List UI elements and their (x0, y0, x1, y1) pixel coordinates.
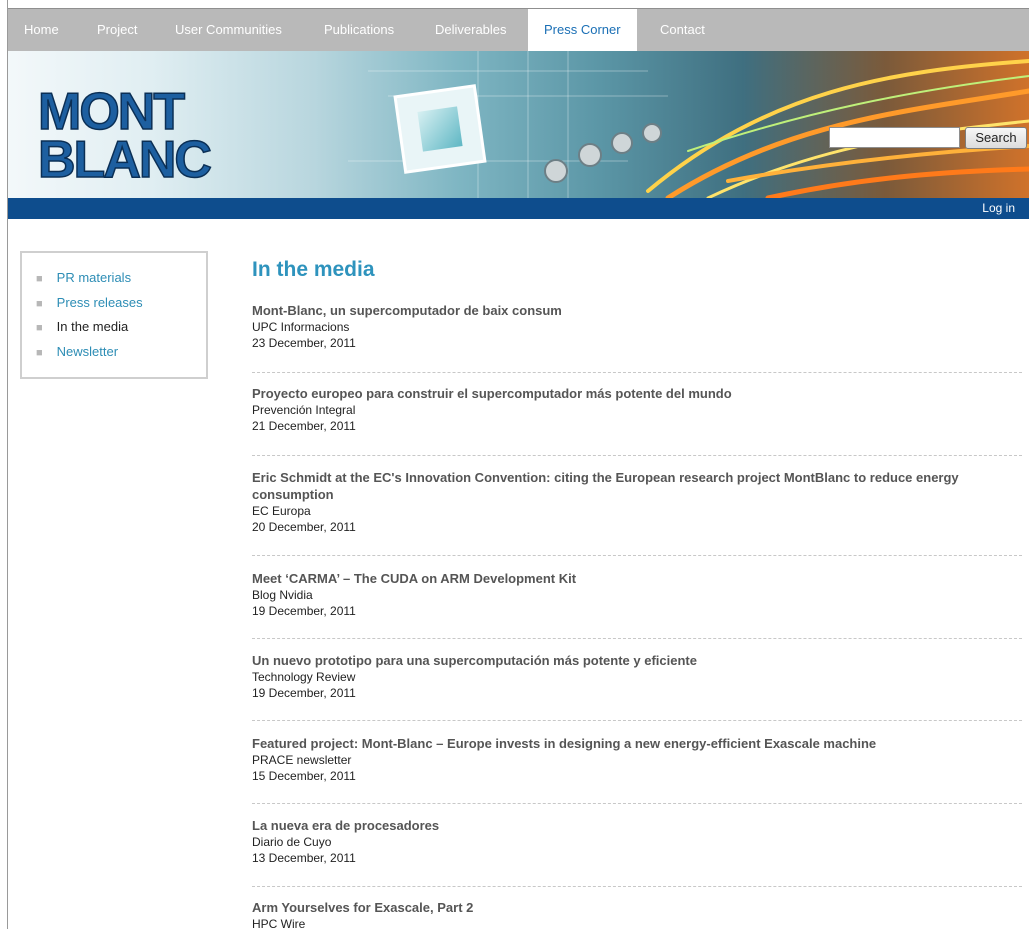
sidebar-item-label: PR materials (56, 270, 132, 285)
article-source: Technology Review (252, 670, 356, 684)
nav-item-deliverables[interactable]: Deliverables (435, 9, 507, 51)
nav-item-user-communities[interactable]: User Communities (175, 9, 282, 51)
article-title[interactable]: Meet ‘CARMA’ – The CUDA on ARM Developme… (252, 570, 1022, 587)
article-source: UPC Informacions (252, 320, 350, 334)
sidebar-item-newsletter[interactable]: ■ Newsletter (36, 344, 118, 361)
article-item: Eric Schmidt at the EC's Innovation Conv… (252, 469, 1022, 535)
mont-blanc-logo[interactable]: MONT BLANC (37, 82, 214, 190)
article-title[interactable]: Proyecto europeo para construir el super… (252, 385, 1022, 402)
top-navigation: Home Project User Communities Publicatio… (8, 8, 1029, 52)
article-divider (252, 803, 1022, 804)
nav-item-contact[interactable]: Contact (660, 9, 705, 51)
article-divider (252, 555, 1022, 556)
header-bar: Log in (8, 198, 1029, 219)
search-input[interactable] (829, 127, 960, 148)
article-divider (252, 372, 1022, 373)
article-item: Meet ‘CARMA’ – The CUDA on ARM Developme… (252, 570, 1022, 619)
article-source: Blog Nvidia (252, 588, 313, 602)
article-source: Prevención Integral (252, 403, 356, 417)
sidebar-item-label: In the media (56, 319, 129, 334)
search-button[interactable]: Search (965, 127, 1027, 149)
article-item: La nueva era de procesadores Diario de C… (252, 817, 1022, 866)
section-sidebar: ■ PR materials ■ Press releases ■ In the me… (20, 251, 208, 379)
article-date: 21 December, 2011 (252, 419, 356, 433)
article-source: Diario de Cuyo (252, 835, 332, 849)
nav-item-home[interactable]: Home (24, 9, 59, 51)
article-item: Arm Yourselves for Exascale, Part 2 HPC … (252, 899, 1022, 932)
article-date: 19 December, 2011 (252, 686, 356, 700)
sidebar-item-label: Press releases (56, 295, 143, 310)
login-link[interactable]: Log in (982, 198, 1015, 219)
article-divider (252, 455, 1022, 456)
article-source: HPC Wire (252, 917, 306, 931)
article-divider (252, 886, 1022, 887)
article-title[interactable]: Eric Schmidt at the EC's Innovation Conv… (252, 469, 1022, 503)
article-item: Featured project: Mont-Blanc – Europe in… (252, 735, 1022, 784)
article-title[interactable]: Featured project: Mont-Blanc – Europe in… (252, 735, 1022, 752)
nav-item-press-corner[interactable]: Press Corner (528, 9, 637, 52)
article-divider (252, 638, 1022, 639)
article-source: EC Europa (252, 504, 311, 518)
article-date: 15 December, 2011 (252, 769, 356, 783)
article-item: Un nuevo prototipo para una supercomputa… (252, 652, 1022, 701)
sidebar-item-press-releases[interactable]: ■ Press releases (36, 295, 143, 312)
bullet-icon: ■ (36, 298, 43, 310)
svg-text:BLANC: BLANC (38, 131, 211, 189)
page-title: In the media (252, 258, 375, 281)
article-divider (252, 720, 1022, 721)
article-source: PRACE newsletter (252, 753, 352, 767)
bullet-icon: ■ (36, 322, 43, 334)
article-title[interactable]: Mont-Blanc, un supercomputador de baix c… (252, 302, 1022, 319)
article-title[interactable]: Arm Yourselves for Exascale, Part 2 (252, 899, 1022, 916)
nav-item-project[interactable]: Project (97, 9, 137, 51)
header-banner: MONT BLANC (8, 51, 1029, 198)
article-date: 20 December, 2011 (252, 520, 356, 534)
article-date: 19 December, 2011 (252, 604, 356, 618)
nav-item-publications[interactable]: Publications (324, 9, 394, 51)
article-date: 13 December, 2011 (252, 851, 356, 865)
bullet-icon: ■ (36, 347, 43, 359)
bullet-icon: ■ (36, 273, 43, 285)
article-title[interactable]: La nueva era de procesadores (252, 817, 1022, 834)
article-title[interactable]: Un nuevo prototipo para una supercomputa… (252, 652, 1022, 669)
circuit-board-image: MONT BLANC (37, 51, 1029, 198)
sidebar-item-in-the-media[interactable]: ■ In the media (36, 319, 128, 336)
sidebar-item-pr-materials[interactable]: ■ PR materials (36, 270, 131, 287)
article-item: Proyecto europeo para construir el super… (252, 385, 1022, 434)
article-date: 23 December, 2011 (252, 336, 356, 350)
article-item: Mont-Blanc, un supercomputador de baix c… (252, 302, 1022, 351)
sidebar-item-label: Newsletter (56, 344, 119, 359)
